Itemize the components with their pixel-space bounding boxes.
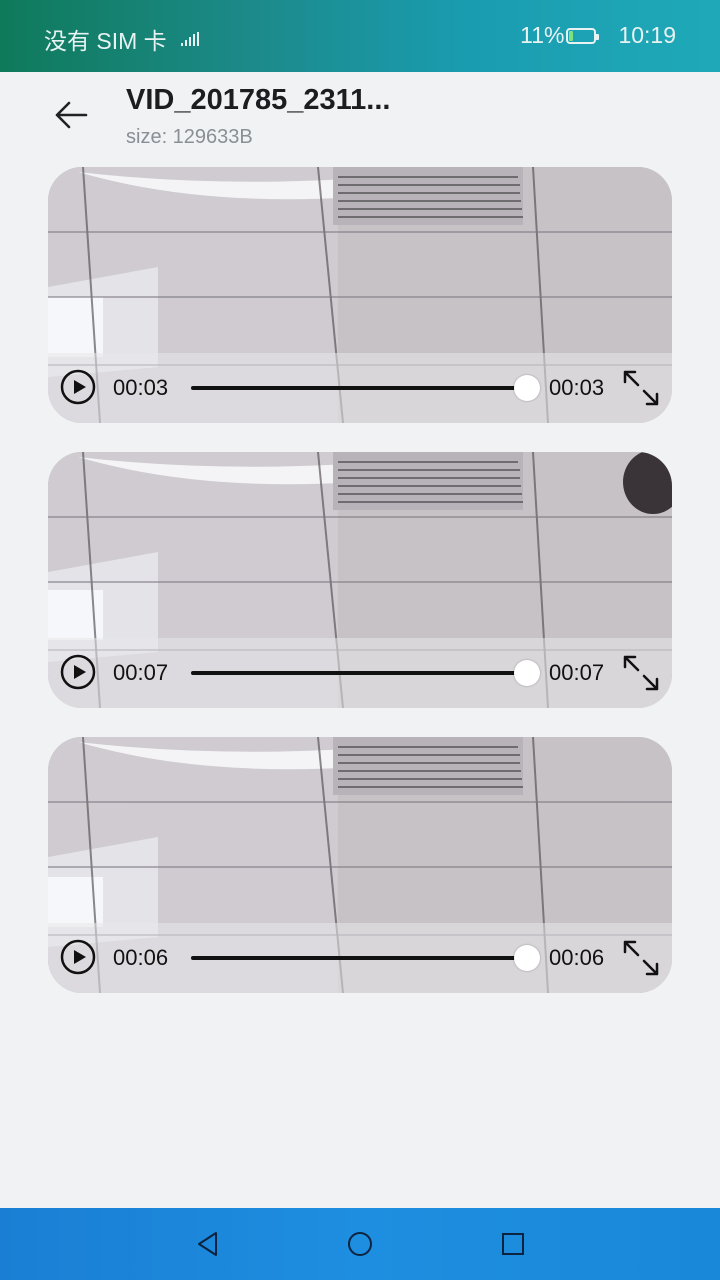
- current-time: 00:03: [113, 375, 169, 400]
- clock: 10:19: [618, 22, 676, 48]
- page-title: VID_201785_2311...: [126, 84, 391, 116]
- fullscreen-icon[interactable]: [622, 369, 660, 407]
- triangle-back-icon[interactable]: [190, 1226, 226, 1262]
- play-icon[interactable]: [60, 654, 96, 690]
- video-player[interactable]: 00:07 00:07: [48, 452, 672, 708]
- back-arrow-icon: [55, 101, 88, 129]
- battery-icon: [566, 27, 600, 44]
- navigation-bar: [0, 1208, 720, 1280]
- status-right: 11% 10:19: [520, 22, 676, 49]
- duration-time: 00:03: [549, 375, 605, 400]
- file-size-label: size: 129633B: [126, 126, 253, 148]
- video-controls: 00:07 00:07: [48, 638, 672, 708]
- progress-track[interactable]: [191, 671, 527, 675]
- progress-track[interactable]: [191, 956, 527, 960]
- battery-percent: 11%: [520, 22, 565, 48]
- status-bar: 没有 SIM 卡 11% 10:19: [0, 0, 720, 72]
- battery-group: 11%: [520, 22, 600, 49]
- play-icon[interactable]: [60, 369, 96, 405]
- duration-time: 00:06: [549, 945, 605, 970]
- video-controls: 00:03 00:03: [48, 353, 672, 423]
- progress-thumb[interactable]: [514, 375, 540, 401]
- progress-thumb[interactable]: [514, 945, 540, 971]
- video-player[interactable]: 00:06 00:06: [48, 737, 672, 993]
- duration-time: 00:07: [549, 660, 605, 685]
- video-controls: 00:06 00:06: [48, 923, 672, 993]
- back-button[interactable]: [48, 92, 94, 138]
- video-player[interactable]: 00:03 00:03: [48, 167, 672, 423]
- fullscreen-icon[interactable]: [622, 654, 660, 692]
- circle-home-icon[interactable]: [342, 1226, 378, 1262]
- fullscreen-icon[interactable]: [622, 939, 660, 977]
- progress-track[interactable]: [191, 386, 527, 390]
- play-icon[interactable]: [60, 939, 96, 975]
- current-time: 00:06: [113, 945, 169, 970]
- status-left: 没有 SIM 卡: [44, 22, 199, 56]
- signal-icon: [180, 32, 199, 46]
- current-time: 00:07: [113, 660, 169, 685]
- progress-thumb[interactable]: [514, 660, 540, 686]
- carrier-label: 没有 SIM 卡: [44, 28, 167, 54]
- square-recents-icon[interactable]: [495, 1226, 531, 1262]
